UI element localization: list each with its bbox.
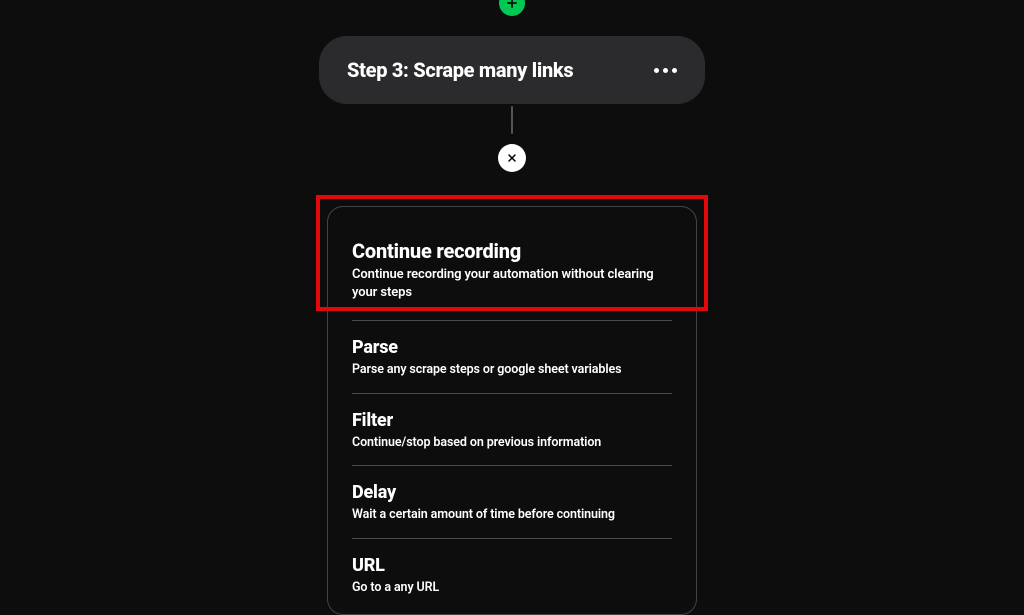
menu-item-title: Parse [352,337,672,358]
menu-item-url[interactable]: URL Go to a any URL [352,539,672,611]
menu-item-continue-recording[interactable]: Continue recording Continue recording yo… [352,219,672,321]
step-card[interactable]: Step 3: Scrape many links [319,36,705,104]
menu-item-desc: Continue/stop based on previous informat… [352,434,672,452]
menu-item-delay[interactable]: Delay Wait a certain amount of time befo… [352,466,672,539]
menu-item-desc: Continue recording your automation witho… [352,266,672,302]
menu-item-desc: Go to a any URL [352,579,672,597]
more-icon [672,68,677,73]
action-menu-panel: Continue recording Continue recording yo… [327,206,697,615]
close-button[interactable] [498,144,526,172]
connector-line [511,106,513,134]
more-icon [663,68,668,73]
plus-icon [505,0,519,10]
menu-item-parse[interactable]: Parse Parse any scrape steps or google s… [352,321,672,394]
add-step-button[interactable] [499,0,525,16]
menu-item-title: Delay [352,482,672,503]
menu-item-title: URL [352,555,672,576]
menu-item-title: Continue recording [352,239,672,263]
close-icon [506,152,518,164]
menu-item-desc: Parse any scrape steps or google sheet v… [352,361,672,379]
step-title: Step 3: Scrape many links [347,58,573,82]
menu-item-filter[interactable]: Filter Continue/stop based on previous i… [352,394,672,467]
menu-item-title: Filter [352,410,672,431]
menu-item-desc: Wait a certain amount of time before con… [352,506,672,524]
more-icon [654,68,659,73]
step-more-button[interactable] [654,68,677,73]
